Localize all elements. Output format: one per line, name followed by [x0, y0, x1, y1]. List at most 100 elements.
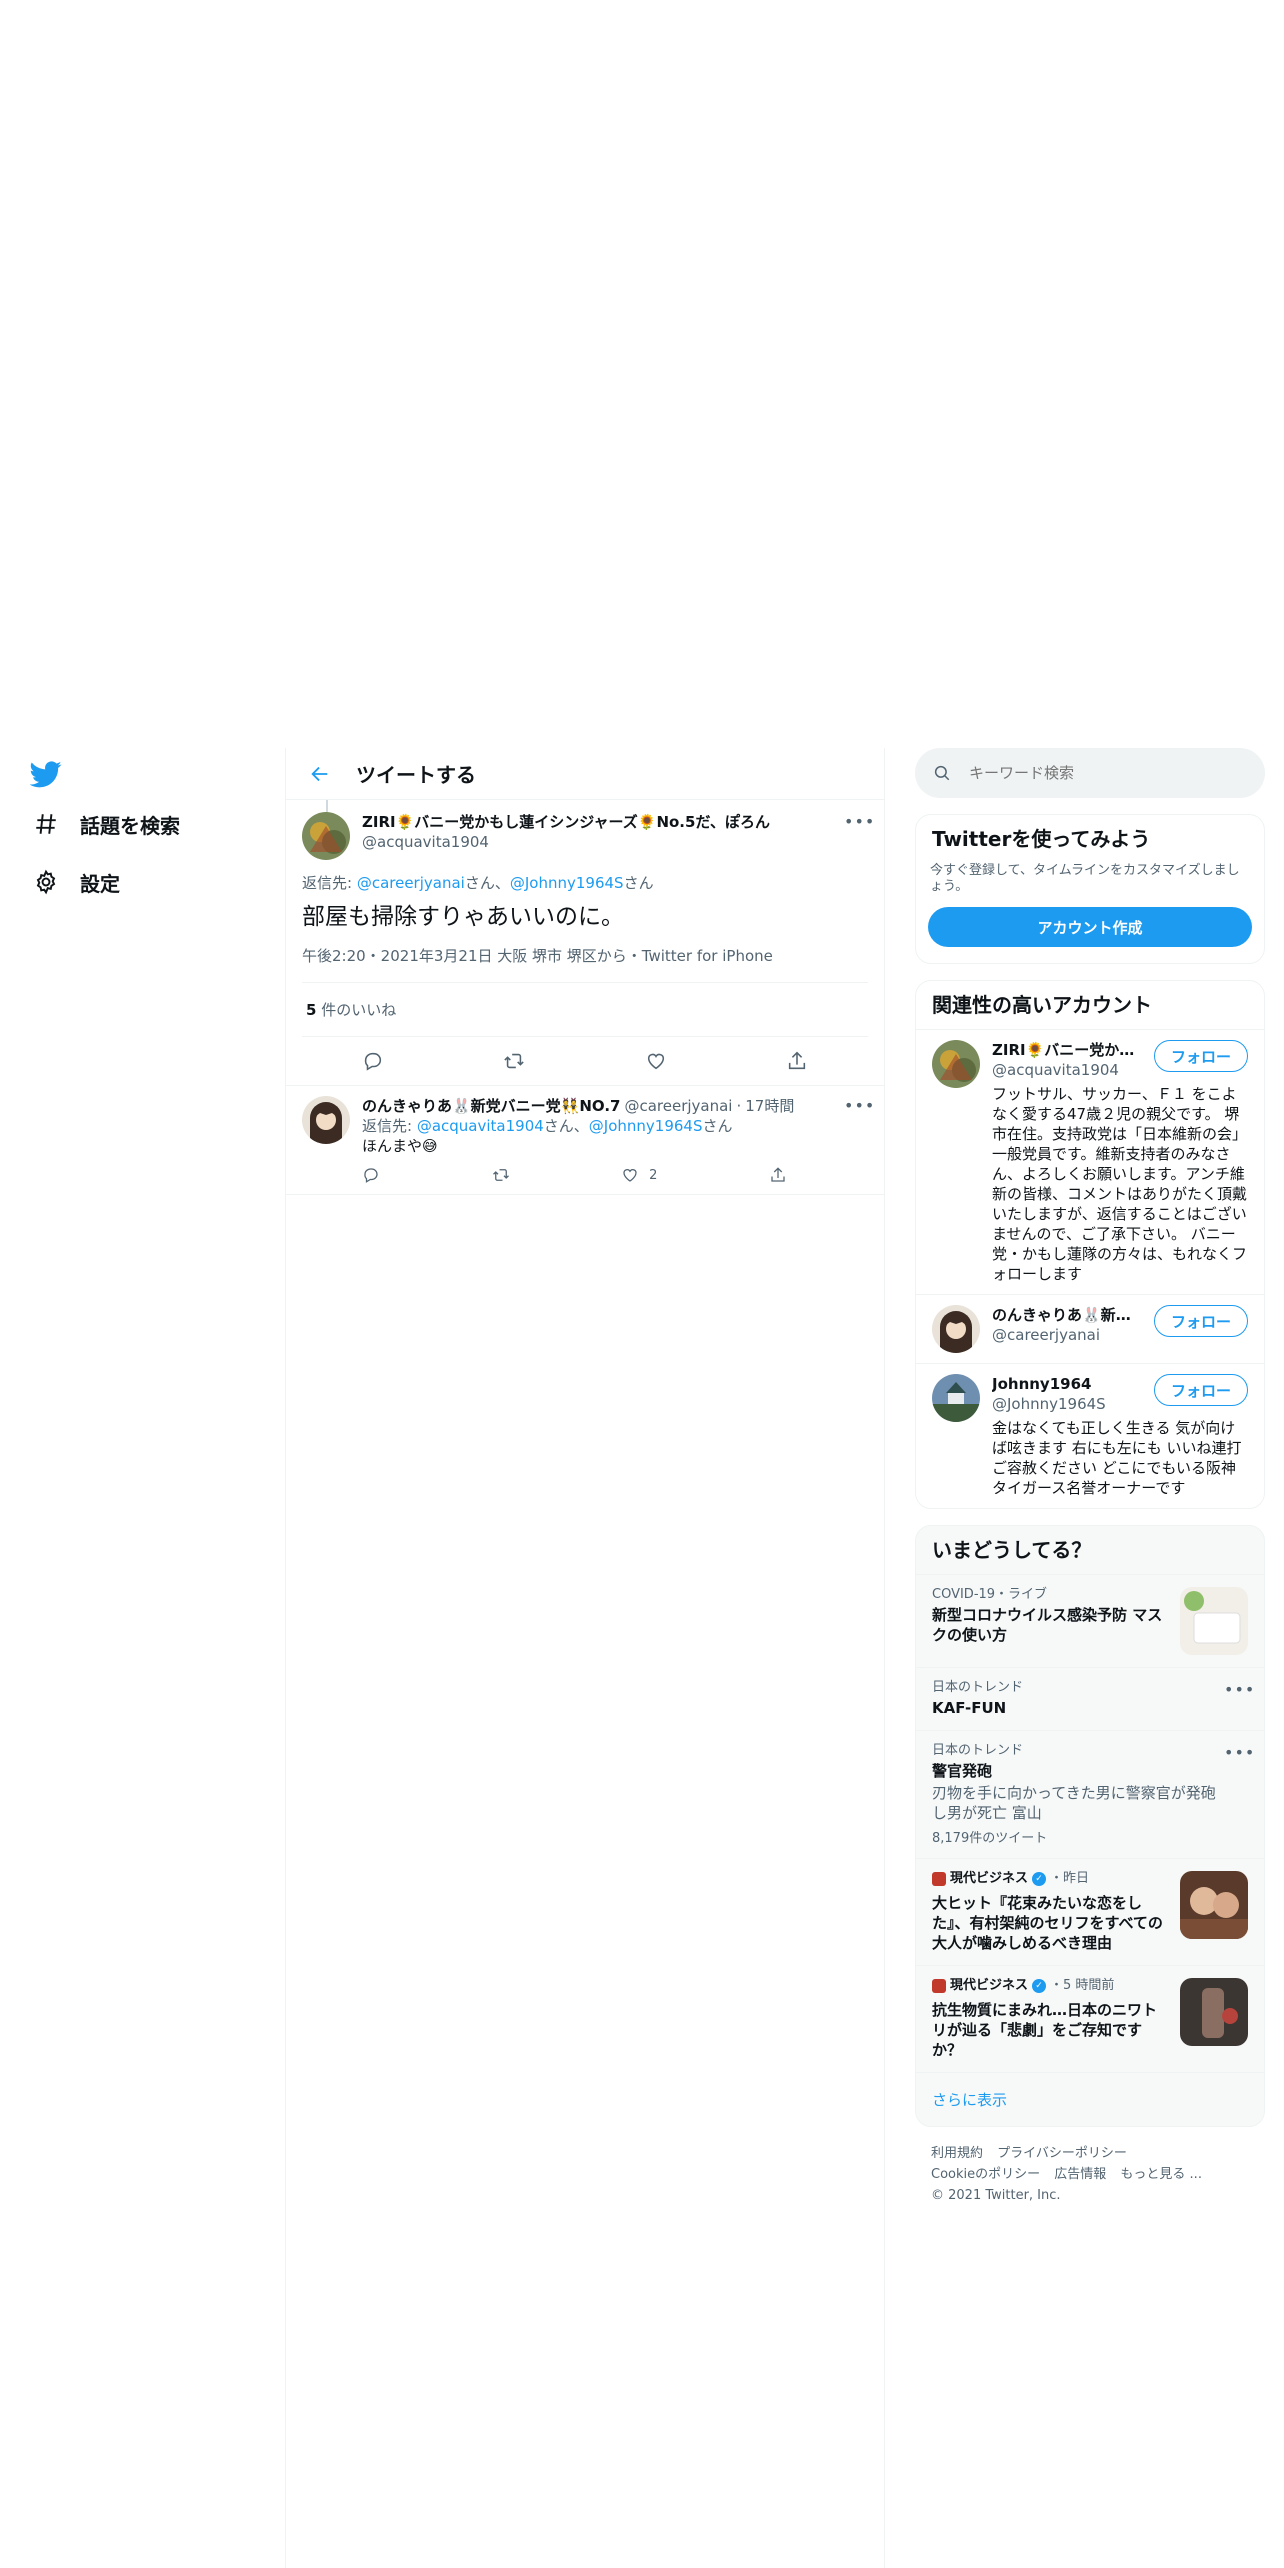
hashtag-icon [30, 808, 62, 840]
account-item[interactable]: ZIRI🌻バニー党かもし蓮イシンジャーズ🌻No.5だ、ぽろん @acquavit… [916, 1029, 1264, 1294]
news-title: 大ヒット『花束みたいな恋をした』、有村架純のセリフをすべての大人が噛みしめるべき… [932, 1894, 1163, 1952]
nav-settings-label: 設定 [80, 871, 120, 896]
author-name[interactable]: ZIRI🌻バニー党かもし蓮イシンジャーズ🌻No.5だ、ぽろん [362, 812, 844, 832]
like-count: 2 [649, 1167, 658, 1183]
news-thumbnail [1180, 1978, 1248, 2046]
trend-context: COVID-19・ライブ [932, 1587, 1048, 1602]
ads-link[interactable]: 広告情報 [1054, 2167, 1106, 2182]
avatar[interactable] [302, 1096, 350, 1144]
retweet-icon[interactable] [496, 1043, 532, 1079]
account-item[interactable]: のんきゃりあ🐰新党バニー党👯NO.7 @careerjyanai フォロー [916, 1294, 1264, 1363]
create-account-button[interactable]: アカウント作成 [928, 907, 1252, 947]
author-handle[interactable]: @acquavita1904 [362, 832, 844, 852]
copyright: © 2021 Twitter, Inc. [931, 2188, 1061, 2203]
news-item[interactable]: 現代ビジネス ✓ ・5 時間前 抗生物質にまみれ…日本のニワトリが辿る「悲劇」をご存… [916, 1965, 1264, 2072]
more-icon[interactable]: ••• [844, 1096, 874, 1116]
account-name[interactable]: Johnny1964 [992, 1374, 1144, 1394]
column-header: ツイートする [286, 748, 884, 800]
timestamp[interactable]: 17時間 [745, 1096, 794, 1116]
avatar[interactable] [932, 1040, 980, 1088]
likes-label: 件のいいね [316, 1001, 397, 1019]
trend-item[interactable]: 日本のトレンド 警官発砲 刃物を手に向かってきた男に警察官が発砲し男が死亡 富山… [916, 1730, 1264, 1858]
avatar[interactable] [302, 812, 350, 860]
search-box[interactable] [915, 748, 1265, 798]
nav-settings[interactable]: 設定 [30, 862, 120, 902]
reply-to-link[interactable]: @Johnny1964S [510, 874, 624, 892]
trends-card: いまどうしてる？ COVID-19・ライブ 新型コロナウイルス感染予防 マスクの… [915, 1525, 1265, 2127]
trend-item[interactable]: COVID-19・ライブ 新型コロナウイルス感染予防 マスクの使い方 [916, 1574, 1264, 1667]
nav-explore-label: 話題を検索 [80, 813, 180, 838]
verified-icon: ✓ [1032, 1979, 1047, 1993]
reply-prefix: 返信先: [302, 874, 357, 892]
heart-icon[interactable] [638, 1043, 674, 1079]
terms-link[interactable]: 利用規約 [931, 2146, 983, 2161]
follow-button[interactable]: フォロー [1153, 1374, 1248, 1406]
reply-to-line: 返信先: @acquavita1904さん、@Johnny1964Sさん [362, 1116, 868, 1136]
trend-item[interactable]: 日本のトレンド KAF-FUN ••• [916, 1667, 1264, 1730]
avatar[interactable] [932, 1374, 980, 1422]
news-item[interactable]: 現代ビジネス ✓ ・昨日 大ヒット『花束みたいな恋をした』、有村架純のセリフをすべて… [916, 1858, 1264, 1965]
reply-icon[interactable] [362, 1166, 380, 1184]
account-bio: フットサル、サッカー、Ｆ１ をこよなく愛する47歳２児の親父です。 堺市在住。支… [992, 1085, 1248, 1283]
publisher-logo-icon [932, 1979, 946, 1993]
verified-icon: ✓ [1032, 1872, 1047, 1886]
news-thumbnail [1180, 1871, 1248, 1939]
relevant-accounts-card: 関連性の高いアカウント ZIRI🌻バニー党かもし蓮イシンジャーズ🌻No.5だ、ぽ… [915, 980, 1265, 1509]
more-icon[interactable]: ••• [844, 812, 874, 832]
reply-suffix: さん、 [543, 1117, 589, 1135]
more-link[interactable]: もっと見る ... [1120, 2167, 1202, 2182]
account-handle[interactable]: @Johnny1964S [992, 1394, 1144, 1414]
back-arrow-icon[interactable] [304, 758, 336, 790]
focused-tweet: ZIRI🌻バニー党かもし蓮イシンジャーズ🌻No.5だ、ぽろん @acquavit… [286, 800, 884, 1086]
privacy-link[interactable]: プライバシーポリシー [997, 2146, 1127, 2161]
follow-button[interactable]: フォロー [1153, 1305, 1248, 1337]
more-icon[interactable]: ••• [1224, 1680, 1254, 1700]
retweet-icon[interactable] [492, 1166, 510, 1184]
reply-suffix: さん [623, 874, 654, 892]
reply-suffix: さん、 [464, 874, 510, 892]
tweet-actions [302, 1037, 868, 1085]
reply-suffix: さん [702, 1117, 733, 1135]
search-icon [934, 765, 950, 781]
show-more-link[interactable]: さらに表示 [916, 2072, 1264, 2126]
reply-icon[interactable] [355, 1043, 391, 1079]
reply-to-line: 返信先: @careerjyanaiさん、@Johnny1964Sさん [302, 872, 868, 893]
tweet-text: ほんまや😅 [362, 1137, 438, 1155]
share-icon[interactable] [769, 1166, 787, 1184]
more-icon[interactable]: ••• [1224, 1743, 1254, 1763]
tweet-meta[interactable]: 午後2:20・2021年3月21日 大阪 堺市 堺区から・Twitter for… [302, 945, 868, 983]
trend-description: 刃物を手に向かってきた男に警察官が発砲し男が死亡 富山 [932, 1784, 1216, 1822]
account-handle[interactable]: @acquavita1904 [992, 1060, 1144, 1080]
reply-to-link[interactable]: @Johnny1964S [589, 1117, 703, 1135]
like-button[interactable]: 2 [621, 1166, 657, 1184]
footer: 利用規約 プライバシーポリシー Cookieのポリシー 広告情報 もっと見る .… [915, 2127, 1265, 2222]
news-title: 抗生物質にまみれ…日本のニワトリが辿る「悲劇」をご存知ですか？ [932, 2001, 1158, 2059]
page: 話題を検索 設定 ツイートする ZIRI🌻バニー党かもし蓮イシンジャーズ🌻No.… [0, 0, 1284, 2568]
account-item[interactable]: Johnny1964 @Johnny1964S フォロー 金はなくても正しく生き… [916, 1363, 1264, 1508]
trends-title: いまどうしてる？ [932, 1538, 1092, 1562]
tweet-actions: 2 [362, 1166, 787, 1184]
publisher-name: 現代ビジネス [950, 1871, 1029, 1886]
reply-to-link[interactable]: @acquavita1904 [417, 1117, 544, 1135]
news-time: ・5 時間前 [1050, 1978, 1115, 1993]
relevant-title: 関連性の高いアカウント [932, 993, 1152, 1017]
trend-title: 警官発砲 [932, 1762, 993, 1780]
tweet-text: 部屋も掃除すりゃあいいのに。 [302, 904, 624, 930]
twitter-logo-icon[interactable] [29, 758, 62, 790]
account-name[interactable]: のんきゃりあ🐰新党バニー党👯NO.7 [992, 1305, 1144, 1325]
cookie-link[interactable]: Cookieのポリシー [931, 2167, 1040, 2182]
share-icon[interactable] [779, 1043, 815, 1079]
search-input[interactable] [969, 764, 1219, 782]
author-name[interactable]: のんきゃりあ🐰新党バニー党👯NO.7 [362, 1096, 620, 1116]
sidebar: Twitterを使ってみよう 今すぐ登録して、タイムラインをカスタマイズしましょ… [915, 748, 1265, 2222]
reply-tweet[interactable]: のんきゃりあ🐰新党バニー党👯NO.7 @careerjyanai · 17時間 … [286, 1086, 884, 1195]
author-handle[interactable]: @careerjyanai [624, 1096, 732, 1116]
reply-to-link[interactable]: @careerjyanai [357, 874, 465, 892]
avatar[interactable] [932, 1305, 980, 1353]
nav-explore[interactable]: 話題を検索 [30, 804, 180, 844]
account-name[interactable]: ZIRI🌻バニー党かもし蓮イシンジャーズ🌻No.5だ、ぽろん [992, 1040, 1144, 1060]
gear-icon [30, 866, 62, 898]
likes-count[interactable]: 5 件のいいね [302, 983, 868, 1037]
account-handle[interactable]: @careerjyanai [992, 1325, 1144, 1345]
follow-button[interactable]: フォロー [1153, 1040, 1248, 1072]
